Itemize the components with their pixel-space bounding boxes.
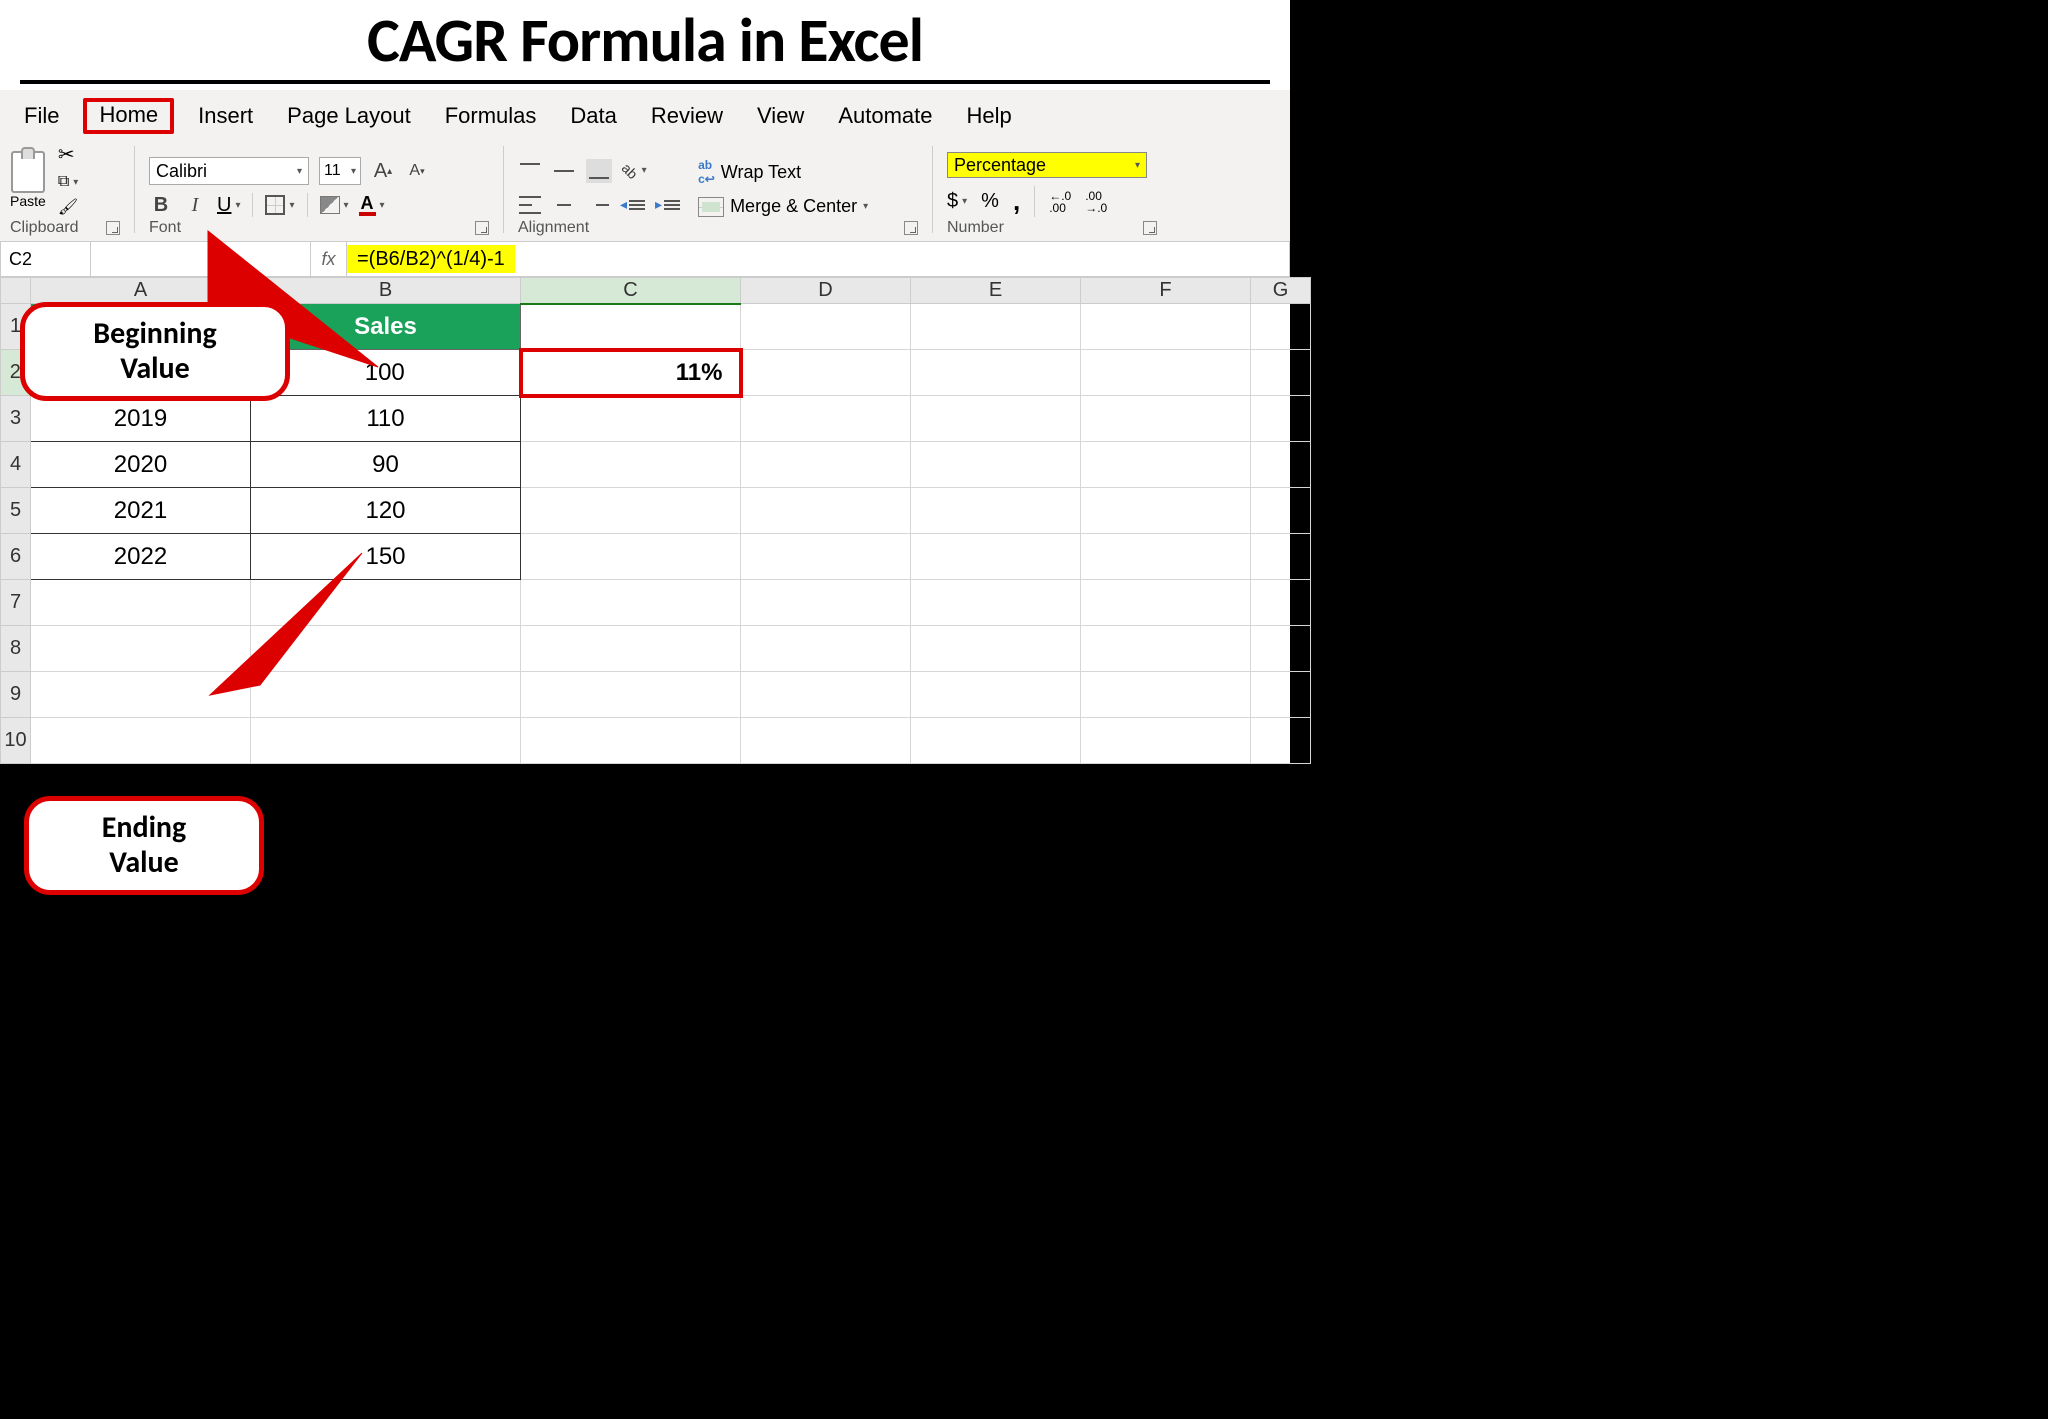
callout-ending-value: EndingValue [24, 796, 264, 895]
merge-center-button[interactable]: Merge & Center ▾ [698, 196, 868, 217]
align-left-icon[interactable] [518, 193, 542, 217]
formula-fraction: Ending Value Beginning Value [583, 967, 814, 1044]
title-rule [20, 80, 1270, 84]
row-10[interactable]: 10 [1, 718, 31, 764]
col-G[interactable]: G [1251, 278, 1311, 304]
group-number: Percentage▾ $▾ % , ←.0.00 .00→.0 Number [947, 142, 1157, 237]
select-all-corner[interactable] [1, 278, 31, 304]
tab-insert[interactable]: Insert [188, 99, 263, 133]
align-center-icon[interactable] [552, 193, 576, 217]
tab-view[interactable]: View [747, 99, 814, 133]
equals-sign: = [512, 982, 535, 1029]
alignment-group-label: Alignment [518, 219, 589, 237]
pointer-ending [190, 549, 390, 709]
group-clipboard: Paste ✂ ⧉▾ 🖌 Clipboard [10, 142, 120, 237]
align-right-icon[interactable] [586, 193, 610, 217]
cagr-formula: CAGR = ( Ending Value Beginning Value ) … [380, 967, 938, 1044]
format-painter-icon[interactable]: 🖌 [58, 197, 78, 217]
copy-button[interactable]: ⧉▾ [58, 173, 78, 191]
decrease-indent-icon[interactable]: ◂ [620, 193, 645, 217]
number-group-label: Number [947, 219, 1004, 237]
cell-C2[interactable]: 11% [521, 350, 741, 396]
col-D[interactable]: D [741, 278, 911, 304]
tab-page-layout[interactable]: Page Layout [277, 99, 421, 133]
align-top-icon[interactable] [518, 159, 542, 183]
fraction-den: Beginning Value [583, 1009, 814, 1044]
row-7[interactable]: 7 [1, 580, 31, 626]
bold-button[interactable]: B [149, 193, 173, 217]
row-9[interactable]: 9 [1, 672, 31, 718]
row-6[interactable]: 6 [1, 534, 31, 580]
fraction-num: Ending Value [603, 967, 795, 1002]
font-launcher[interactable] [475, 221, 489, 235]
cell-A5[interactable]: 2021 [31, 488, 251, 534]
tab-automate[interactable]: Automate [828, 99, 942, 133]
row-8[interactable]: 8 [1, 626, 31, 672]
lparen-icon: ( [553, 980, 573, 1032]
accounting-format-button[interactable]: $▾ [947, 190, 967, 213]
page-title: CAGR Formula in Excel [0, 2, 1290, 78]
rparen-icon: ) [825, 980, 845, 1032]
font-group-label: Font [149, 219, 181, 237]
ribbon: Paste ✂ ⧉▾ 🖌 Clipboard Calibri▾ 11▾ A▴ A… [0, 142, 1290, 241]
excel-app: File Home Insert Page Layout Formulas Da… [0, 90, 1290, 764]
exponent: 1 N [849, 935, 875, 989]
percent-style-button[interactable]: % [981, 190, 999, 213]
cell-A3[interactable]: 2019 [31, 396, 251, 442]
name-box[interactable]: C2 [1, 242, 91, 276]
align-middle-icon[interactable] [552, 159, 576, 183]
cell-B3[interactable]: 110 [251, 396, 521, 442]
number-launcher[interactable] [1143, 221, 1157, 235]
row-4[interactable]: 4 [1, 442, 31, 488]
borders-button[interactable]: ▾ [265, 195, 294, 215]
col-E[interactable]: E [911, 278, 1081, 304]
fill-color-button[interactable]: ▾ [320, 196, 349, 214]
align-bottom-icon[interactable] [586, 159, 612, 183]
ribbon-tabs: File Home Insert Page Layout Formulas Da… [0, 90, 1290, 142]
tab-review[interactable]: Review [641, 99, 733, 133]
number-format-select[interactable]: Percentage▾ [947, 152, 1147, 178]
tab-formulas[interactable]: Formulas [435, 99, 547, 133]
font-name-select[interactable]: Calibri▾ [149, 157, 309, 185]
wrap-text-button[interactable]: abc↩ Wrap Text [698, 158, 868, 186]
col-C[interactable]: C [521, 278, 741, 304]
cut-icon[interactable]: ✂ [58, 142, 75, 167]
row-3[interactable]: 3 [1, 396, 31, 442]
decrease-decimal-button[interactable]: .00→.0 [1085, 190, 1107, 214]
orientation-button[interactable]: ab▾ [622, 163, 647, 179]
underline-button[interactable]: U▾ [217, 194, 240, 217]
tab-help[interactable]: Help [957, 99, 1022, 133]
comma-style-button[interactable]: , [1013, 186, 1020, 217]
italic-button[interactable]: I [183, 193, 207, 217]
tab-file[interactable]: File [14, 99, 69, 133]
grow-font-icon[interactable]: A▴ [371, 159, 395, 183]
cell-A4[interactable]: 2020 [31, 442, 251, 488]
row-5[interactable]: 5 [1, 488, 31, 534]
group-font: Calibri▾ 11▾ A▴ A▾ B I U▾ ▾ ▾ A▾ Font [149, 142, 489, 237]
col-F[interactable]: F [1081, 278, 1251, 304]
cell-C1[interactable] [521, 304, 741, 350]
tab-data[interactable]: Data [560, 99, 626, 133]
clipboard-label: Clipboard [10, 219, 78, 237]
font-color-button[interactable]: A▾ [359, 194, 385, 216]
clipboard-launcher[interactable] [106, 221, 120, 235]
alignment-launcher[interactable] [904, 221, 918, 235]
paste-label[interactable]: Paste [10, 193, 46, 209]
callout-beginning-value: BeginningValue [20, 302, 290, 401]
shrink-font-icon[interactable]: A▾ [405, 159, 429, 183]
cell-B5[interactable]: 120 [251, 488, 521, 534]
cell-B4[interactable]: 90 [251, 442, 521, 488]
increase-decimal-button[interactable]: ←.0.00 [1049, 190, 1071, 214]
tab-home[interactable]: Home [83, 98, 174, 134]
font-size-select[interactable]: 11▾ [319, 157, 361, 185]
formula-tail: − 1 [885, 982, 938, 1029]
increase-indent-icon[interactable]: ▸ [655, 193, 680, 217]
group-alignment: ab▾ ◂ ▸ abc↩ Wrap Text [518, 142, 918, 237]
formula-lhs: CAGR [380, 982, 498, 1029]
formula-bar: C2 fx =(B6/B2)^(1/4)-1 [0, 241, 1290, 277]
paste-icon[interactable] [11, 151, 45, 193]
page-title-bar: CAGR Formula in Excel [0, 0, 1290, 90]
